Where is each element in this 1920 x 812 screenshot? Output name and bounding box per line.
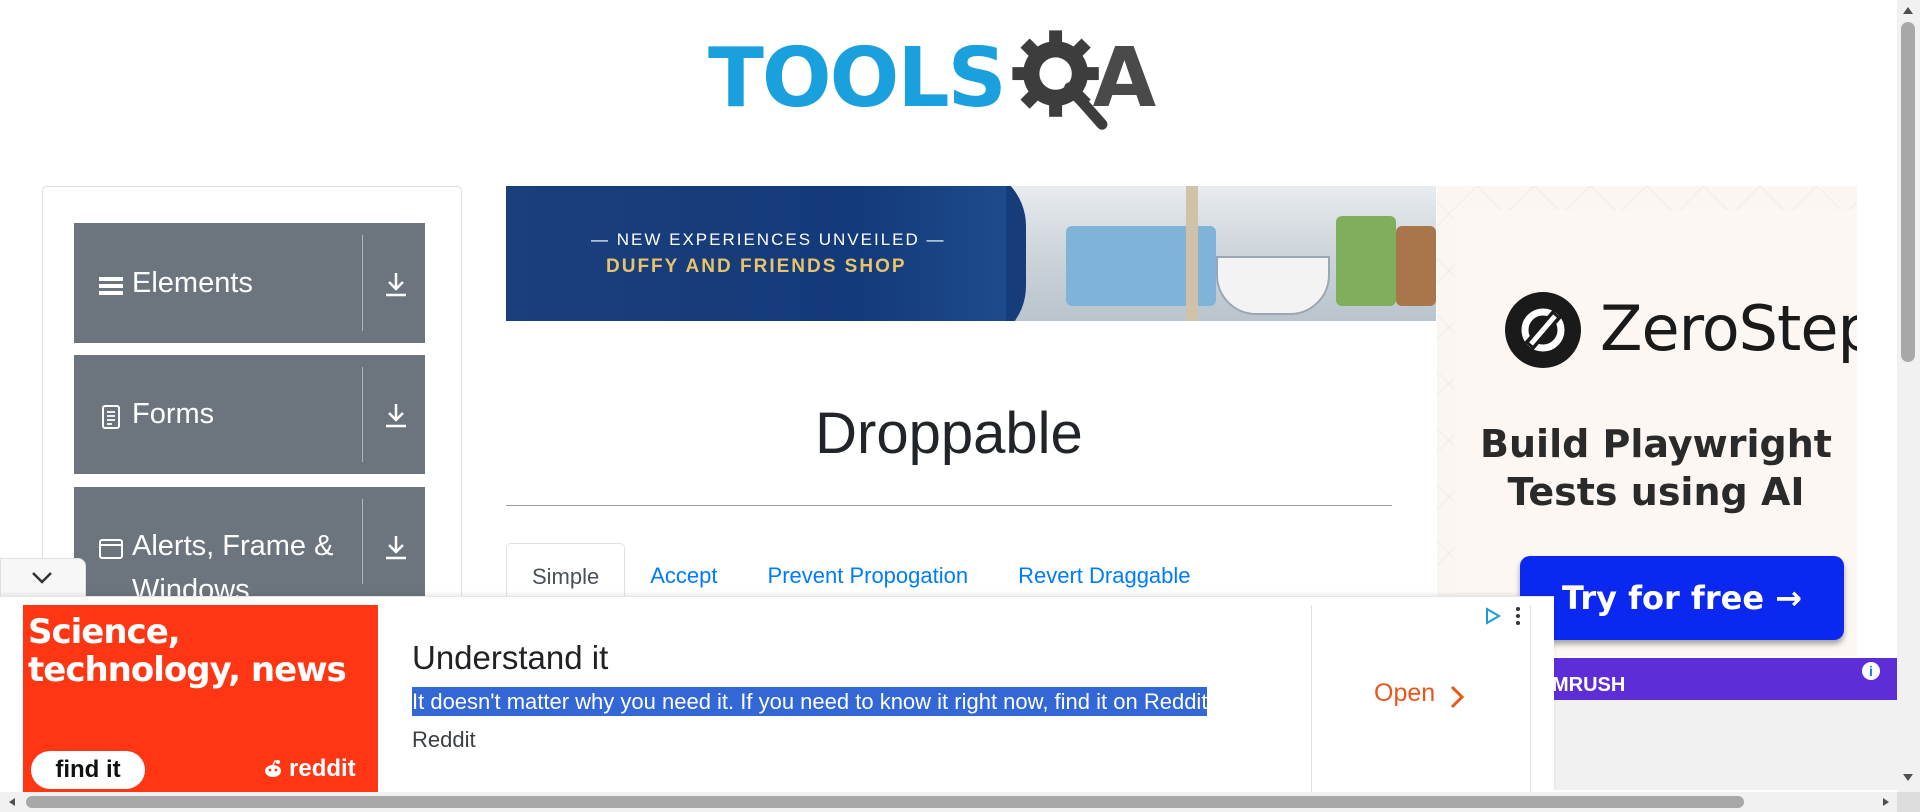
sidebar-group-forms[interactable]: Forms bbox=[74, 355, 425, 474]
zerostep-logo-icon bbox=[1505, 292, 1581, 368]
chevron-right-icon[interactable] bbox=[1446, 683, 1468, 711]
ad-info-icon[interactable]: i bbox=[1862, 662, 1880, 680]
zerostep-ad[interactable]: ZeroStep Build Playwright Tests using AI… bbox=[1437, 186, 1857, 656]
try-for-free-button[interactable]: Try for free → bbox=[1520, 556, 1844, 640]
group-divider bbox=[362, 367, 363, 462]
document-icon bbox=[102, 405, 120, 429]
title-divider bbox=[506, 505, 1392, 506]
sidebar-group-elements[interactable]: Elements bbox=[74, 223, 425, 343]
ad-description[interactable]: It doesn't matter why you need it. If yo… bbox=[412, 687, 1208, 716]
sidebar-group-label: Alerts, Frame & bbox=[132, 530, 334, 562]
tab-simple[interactable]: Simple bbox=[506, 543, 626, 596]
ad-right-divider bbox=[1530, 605, 1531, 793]
banner-ad-image bbox=[986, 186, 1436, 321]
zerostep-ad-card: ZeroStep Build Playwright Tests using AI… bbox=[1455, 210, 1857, 656]
scrollbar-corner bbox=[1897, 792, 1920, 812]
sidebar-group-label: Elements bbox=[132, 267, 253, 299]
reddit-logo-icon bbox=[265, 760, 281, 777]
semrush-ad[interactable]: MRUSH bbox=[1552, 658, 1902, 700]
reddit-ad-image: Science, technology, news find it reddit bbox=[23, 605, 378, 793]
scroll-right-arrow-icon[interactable] bbox=[1880, 796, 1892, 808]
scroll-left-arrow-icon[interactable] bbox=[6, 796, 18, 808]
chevron-down-icon bbox=[32, 572, 52, 584]
download-icon[interactable] bbox=[381, 532, 411, 562]
tab-revert-draggable[interactable]: Revert Draggable bbox=[993, 543, 1215, 595]
banner-ad[interactable]: — NEW EXPERIENCES UNVEILED — DUFFY AND F… bbox=[506, 186, 1436, 321]
zerostep-tagline: Build Playwright Tests using AI bbox=[1455, 420, 1857, 516]
ad-description-text: It doesn't matter why you need it. If yo… bbox=[412, 687, 1208, 716]
reddit-wordmark-text: reddit bbox=[289, 755, 356, 782]
ad-advertiser: Reddit bbox=[412, 727, 476, 752]
zerostep-tagline-line1: Build Playwright bbox=[1480, 422, 1832, 466]
group-divider bbox=[362, 499, 363, 584]
hamburger-icon bbox=[99, 277, 123, 295]
collapse-ad-button[interactable] bbox=[0, 558, 86, 597]
reddit-ad-headline-line1: Science, bbox=[28, 612, 181, 652]
more-vertical-icon[interactable] bbox=[1512, 605, 1524, 627]
adchoices-icon[interactable] bbox=[1484, 607, 1502, 625]
ad-divider bbox=[1311, 605, 1312, 793]
sidebar-group-alerts-frame-windows[interactable]: Alerts, Frame & Windows bbox=[74, 487, 425, 596]
group-divider bbox=[362, 235, 363, 331]
semrush-ad-text: MRUSH bbox=[1552, 674, 1626, 696]
horizontal-scrollbar-thumb[interactable] bbox=[26, 796, 1744, 808]
download-icon[interactable] bbox=[381, 400, 411, 430]
ad-heading[interactable]: Understand it bbox=[412, 639, 608, 677]
reddit-wordmark: reddit bbox=[263, 755, 356, 783]
banner-ad-blue-panel: — NEW EXPERIENCES UNVEILED — DUFFY AND F… bbox=[506, 186, 1006, 321]
sidebar-group-label-line2: Windows bbox=[132, 574, 250, 596]
toolsqa-logo[interactable]: TOOLS A bbox=[708, 22, 1194, 136]
tab-accept[interactable]: Accept bbox=[625, 543, 742, 595]
zerostep-brand: ZeroStep bbox=[1600, 292, 1857, 365]
bottom-reddit-ad[interactable]: Science, technology, news find it reddit… bbox=[0, 596, 1554, 793]
tab-prevent-propogation[interactable]: Prevent Propogation bbox=[743, 543, 994, 595]
find-it-badge: find it bbox=[31, 751, 145, 789]
banner-ad-line1: — NEW EXPERIENCES UNVEILED — bbox=[591, 230, 946, 249]
semrush-ad-body bbox=[1552, 700, 1902, 790]
page-title: Droppable bbox=[815, 401, 1083, 466]
sidebar-group-label: Forms bbox=[132, 398, 215, 430]
droppable-tabs: Simple Accept Prevent Propogation Revert… bbox=[506, 543, 1216, 596]
banner-ad-line2: DUFFY AND FRIENDS SHOP bbox=[606, 256, 907, 277]
reddit-ad-image-headline: Science, technology, news bbox=[28, 612, 347, 690]
scroll-down-arrow-icon[interactable] bbox=[1901, 772, 1915, 784]
logo-tools-text: TOOLS bbox=[708, 31, 1007, 126]
vertical-scrollbar-thumb[interactable] bbox=[1901, 22, 1915, 362]
logo-a-text: A bbox=[1092, 31, 1157, 126]
download-icon[interactable] bbox=[381, 269, 411, 299]
scroll-up-arrow-icon[interactable] bbox=[1901, 4, 1915, 16]
window-icon bbox=[99, 539, 123, 559]
ad-open-button[interactable]: Open bbox=[1374, 679, 1435, 708]
reddit-ad-headline-line2: technology, news bbox=[28, 650, 347, 690]
zerostep-tagline-line2: Tests using AI bbox=[1507, 470, 1805, 514]
